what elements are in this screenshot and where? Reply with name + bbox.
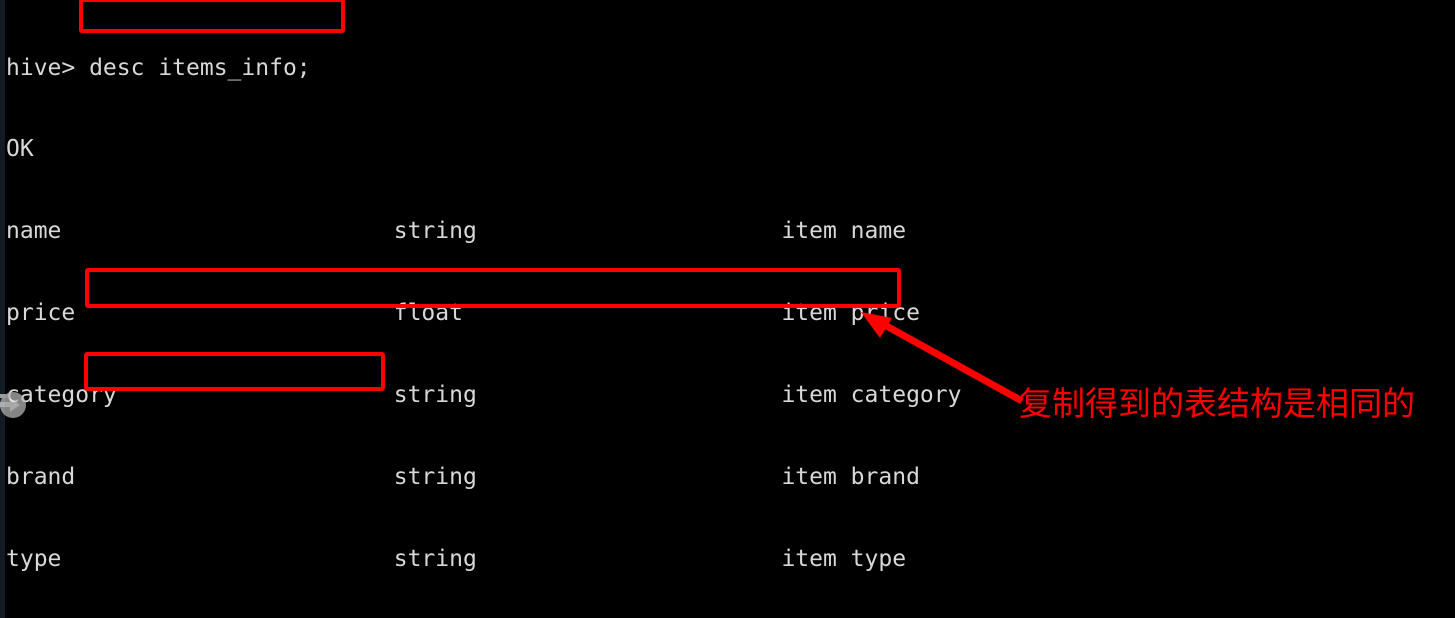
highlight-box-desc-items-info [79,0,345,33]
highlight-box-desc-items-info2 [84,352,385,391]
terminal-line: name string item name [6,218,907,245]
terminal-output[interactable]: hive> desc items_info; OK name string it… [6,0,1455,618]
terminal-line: hive> desc items_info; [6,54,311,81]
terminal-window: hive> desc items_info; OK name string it… [0,0,1455,618]
terminal-line: brand string item brand [6,464,920,491]
highlight-box-create-table-like [85,268,901,308]
terminal-line: OK [6,136,34,163]
terminal-line: type string item type [6,545,907,572]
annotation-note-text: 复制得到的表结构是相同的 [1019,384,1415,423]
terminal-left-edge-strip [0,0,5,618]
